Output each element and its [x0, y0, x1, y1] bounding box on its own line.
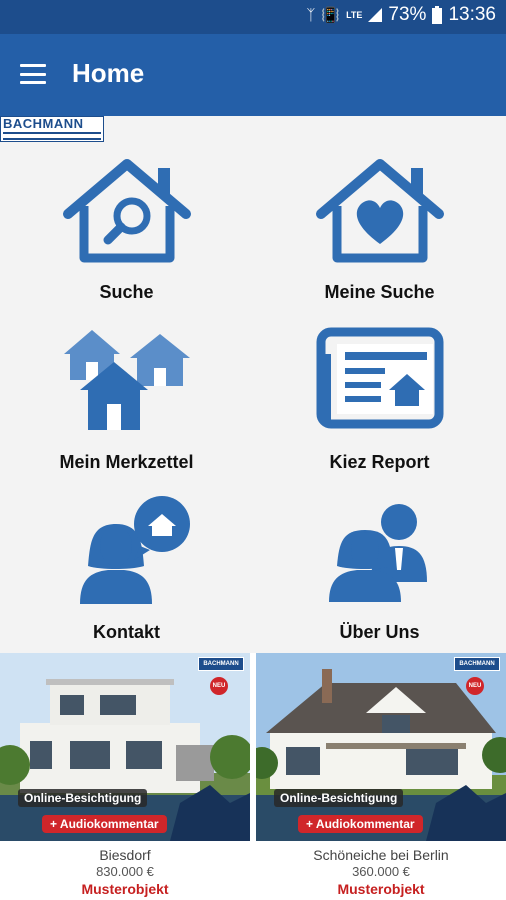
clock: 13:36 [448, 4, 496, 25]
battery-icon [432, 6, 443, 24]
menu-tile-kiez-report[interactable]: Kiez Report [253, 310, 506, 480]
contact-person-icon [79, 496, 190, 604]
brand-mini-logo: BACHMANN [198, 657, 244, 671]
listing-card[interactable]: BACHMANN NEU Online-Besichtigung + Audio… [0, 653, 250, 900]
listing-city: Schöneiche bei Berlin [313, 847, 449, 863]
audio-commentary-badge: + Audiokommentar [298, 815, 423, 833]
menu-tile-kontakt[interactable]: Kontakt [0, 480, 253, 650]
house-search-icon [62, 159, 191, 263]
listing-price: 360.000 € [352, 864, 410, 879]
listing-tag: Musterobjekt [337, 881, 425, 897]
menu-label: Meine Suche [324, 282, 435, 302]
listing-price: 830.000 € [96, 864, 154, 879]
menu-tile-ueber-uns[interactable]: Über Uns [253, 480, 506, 650]
menu-label: Kontakt [93, 622, 160, 642]
audio-commentary-badge: + Audiokommentar [42, 815, 167, 833]
hamburger-menu-icon[interactable] [20, 64, 46, 84]
menu-tile-suche[interactable]: Suche [0, 140, 253, 310]
houses-icon [63, 330, 190, 430]
listing-row: BACHMANN NEU Online-Besichtigung + Audio… [0, 653, 506, 900]
app-bar: Home BACHMANN [0, 34, 506, 142]
home-menu-grid: Suche Meine Suche Mein Merkzettel Kiez R… [0, 140, 506, 652]
listing-tag: Musterobjekt [81, 881, 169, 897]
signal-icon [368, 8, 383, 22]
brand-logo: BACHMANN [0, 116, 104, 142]
vibrate-icon: 📳 [321, 7, 341, 24]
page-title: Home [72, 58, 145, 88]
status-icons: ᛉ 📳 LTE 73% 13:36 [306, 4, 496, 26]
newspaper-icon [316, 327, 443, 429]
listing-city: Biesdorf [99, 847, 151, 863]
online-viewing-badge: Online-Besichtigung [18, 789, 148, 807]
new-badge: NEU [210, 677, 228, 695]
menu-label: Mein Merkzettel [59, 452, 194, 472]
menu-label: Kiez Report [329, 452, 430, 472]
new-badge: NEU [466, 677, 484, 695]
status-bar: ᛉ 📳 LTE 73% 13:36 [0, 0, 506, 34]
menu-label: Über Uns [339, 622, 420, 642]
listing-card[interactable]: BACHMANN NEU Online-Besichtigung + Audio… [256, 653, 506, 900]
menu-tile-meine-suche[interactable]: Meine Suche [253, 140, 506, 310]
battery-percent: 73% [388, 4, 427, 25]
brand-mini-logo: BACHMANN [454, 657, 500, 671]
online-viewing-badge: Online-Besichtigung [274, 789, 404, 807]
house-heart-icon [315, 159, 444, 263]
bluetooth-icon: ᛉ [306, 6, 316, 24]
team-icon [328, 504, 427, 602]
menu-tile-mein-merkzettel[interactable]: Mein Merkzettel [0, 310, 253, 480]
menu-label: Suche [99, 282, 154, 302]
network-type: LTE [346, 9, 363, 20]
listing-photo: BACHMANN NEU Online-Besichtigung + Audio… [0, 653, 250, 841]
listing-photo: BACHMANN NEU Online-Besichtigung + Audio… [256, 653, 506, 841]
